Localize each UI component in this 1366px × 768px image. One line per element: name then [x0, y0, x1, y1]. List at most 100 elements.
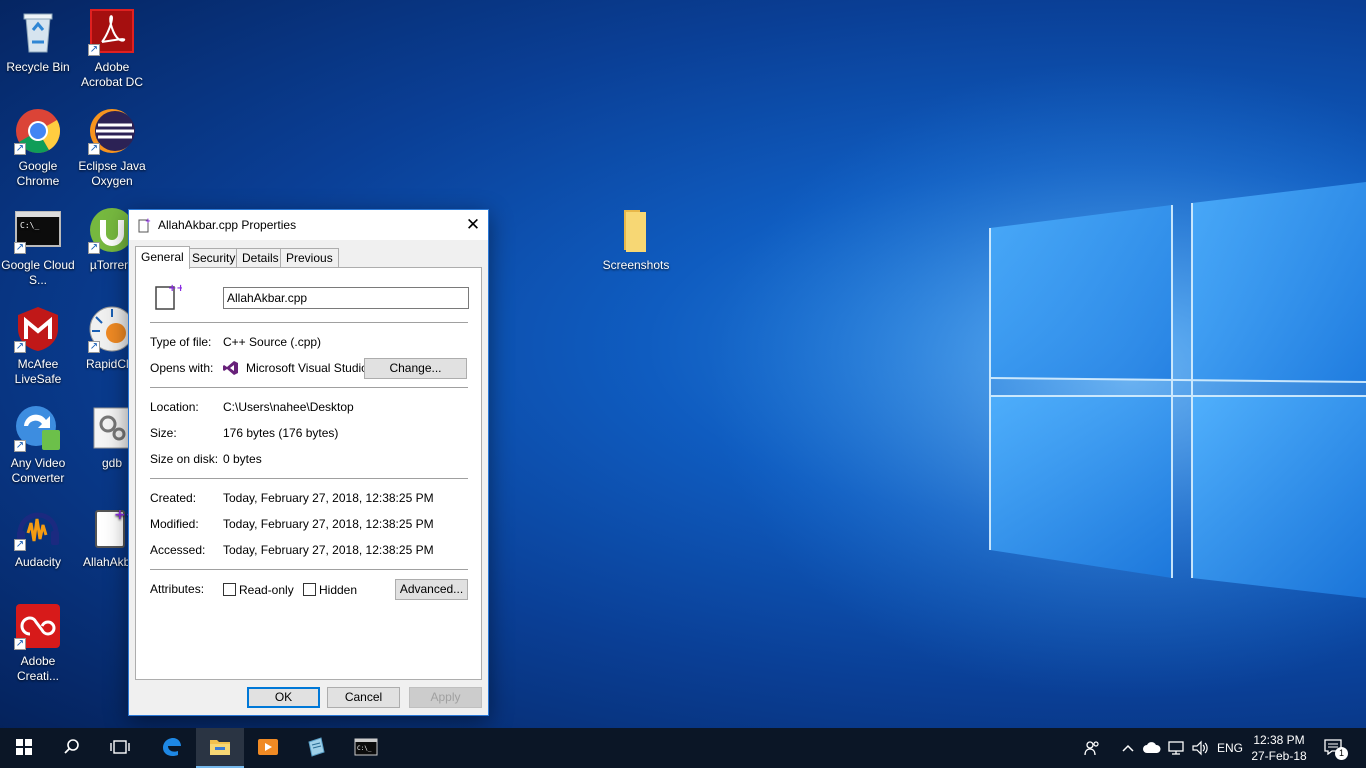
start-button[interactable] — [0, 728, 48, 768]
dialog-title: AllahAkbar.cpp Properties — [158, 218, 297, 232]
tab-previous-versions[interactable]: Previous Versions — [280, 248, 339, 283]
desktop-icon-label: Audacity — [14, 555, 62, 569]
taskbar-notepad-app[interactable] — [292, 728, 340, 768]
desktop-icon-any-video-converter[interactable]: ↗ Any Video Converter — [0, 404, 76, 496]
eclipse-icon: ↗ — [88, 107, 136, 155]
svg-text:+: + — [145, 217, 151, 225]
ok-button[interactable]: OK — [247, 687, 320, 708]
notification-count-badge: 1 — [1335, 747, 1348, 760]
taskbar: C:\_ ENG 12:38 PM 27-Feb-18 1 — [0, 728, 1366, 768]
recycle-bin-icon — [14, 8, 62, 56]
show-hidden-icons-chevron-up-icon[interactable] — [1118, 738, 1138, 758]
desktop-icon-mcafee[interactable]: ↗ McAfee LiveSafe — [0, 305, 76, 397]
shortcut-arrow-icon: ↗ — [14, 638, 26, 650]
cancel-button[interactable]: Cancel — [327, 687, 400, 708]
modified-value: Today, February 27, 2018, 12:38:25 PM — [223, 517, 434, 531]
tab-security[interactable]: Security — [186, 248, 242, 268]
video-converter-icon: ↗ — [14, 404, 62, 452]
advanced-button[interactable]: Advanced... — [395, 579, 468, 600]
desktop-icon-adobe-creative-cloud[interactable]: ↗ Adobe Creati... — [0, 602, 76, 694]
general-tab-panel: ++ AllahAkbar.cpp Type of file: C++ Sour… — [135, 267, 482, 680]
close-button[interactable]: ✕ — [458, 210, 488, 240]
file-type-icon: ++ — [154, 281, 185, 311]
filename-field[interactable]: AllahAkbar.cpp — [223, 287, 469, 309]
desktop-icon-label: Google Chrome — [16, 159, 60, 188]
language-indicator[interactable]: ENG — [1214, 738, 1246, 758]
apply-button[interactable]: Apply — [409, 687, 482, 708]
taskbar-edge[interactable] — [147, 728, 195, 768]
svg-text:++: ++ — [168, 283, 182, 294]
desktop-icon-adobe-acrobat[interactable]: ↗ Adobe Acrobat DC — [74, 8, 150, 100]
hidden-label[interactable]: Hidden — [319, 583, 357, 597]
readonly-label[interactable]: Read-only — [239, 583, 294, 597]
onedrive-cloud-icon[interactable] — [1142, 738, 1162, 758]
desktop-icon-audacity[interactable]: ↗ Audacity — [0, 503, 76, 595]
type-of-file-label: Type of file: — [150, 335, 212, 349]
separator — [150, 387, 468, 388]
terminal-icon: C:\_ ↗ — [14, 206, 62, 254]
task-view-button[interactable] — [96, 728, 144, 768]
attributes-label: Attributes: — [150, 582, 205, 596]
search-button[interactable] — [48, 728, 96, 768]
properties-dialog: + AllahAkbar.cpp Properties ✕ General Se… — [128, 209, 489, 716]
network-icon[interactable] — [1166, 738, 1186, 758]
readonly-checkbox[interactable] — [223, 583, 236, 596]
shortcut-arrow-icon: ↗ — [14, 539, 26, 551]
shortcut-arrow-icon: ↗ — [14, 440, 26, 452]
desktop-icon-eclipse[interactable]: ↗ Eclipse Java Oxygen — [74, 107, 150, 199]
tab-details[interactable]: Details — [236, 248, 285, 268]
separator — [150, 322, 468, 323]
size-label: Size: — [150, 426, 177, 440]
shortcut-arrow-icon: ↗ — [14, 242, 26, 254]
tab-general[interactable]: General — [135, 246, 190, 269]
task-view-icon — [109, 739, 131, 758]
shortcut-arrow-icon: ↗ — [88, 242, 100, 254]
adobe-acrobat-icon: ↗ — [88, 8, 136, 56]
desktop-icon-google-cloud-sdk[interactable]: C:\_ ↗ Google Cloud S... — [0, 206, 76, 298]
clock-time: 12:38 PM — [1253, 733, 1305, 747]
size-value: 176 bytes (176 bytes) — [223, 426, 339, 440]
desktop-icon-label: Eclipse Java Oxygen — [78, 159, 146, 188]
visual-studio-icon — [223, 360, 239, 376]
mcafee-icon: ↗ — [14, 305, 62, 353]
svg-text:C:\_: C:\_ — [20, 221, 39, 230]
clock[interactable]: 12:38 PM 27-Feb-18 — [1248, 732, 1310, 764]
desktop-icon-label: Any Video Converter — [10, 456, 66, 485]
folder-icon — [612, 206, 660, 254]
taskbar-command-prompt[interactable]: C:\_ — [342, 728, 390, 768]
created-label: Created: — [150, 491, 197, 505]
desktop-icon-label: Google Cloud S... — [1, 258, 75, 287]
cpp-file-icon: + — [138, 217, 152, 233]
shortcut-arrow-icon: ↗ — [14, 341, 26, 353]
shortcut-arrow-icon: ↗ — [14, 143, 26, 155]
location-label: Location: — [150, 400, 199, 414]
accessed-value: Today, February 27, 2018, 12:38:25 PM — [223, 543, 434, 557]
taskbar-file-explorer[interactable] — [196, 728, 244, 768]
dialog-titlebar[interactable]: + AllahAkbar.cpp Properties ✕ — [129, 210, 488, 240]
people-icon[interactable] — [1082, 738, 1102, 758]
desktop-icon-screenshots-folder[interactable]: Screenshots — [598, 206, 674, 298]
desktop-icon-google-chrome[interactable]: ↗ Google Chrome — [0, 107, 76, 199]
volume-icon[interactable] — [1190, 738, 1210, 758]
shortcut-arrow-icon: ↗ — [88, 44, 100, 56]
location-value: C:\Users\nahee\Desktop — [223, 400, 354, 414]
notification-icon: 1 — [1324, 739, 1348, 760]
file-explorer-icon — [209, 738, 231, 759]
action-center-button[interactable]: 1 — [1322, 738, 1348, 760]
opens-with-value: Microsoft Visual Studio . — [246, 361, 375, 375]
desktop-icon-recycle-bin[interactable]: Recycle Bin — [0, 8, 76, 100]
desktop-icon-label: Screenshots — [602, 258, 670, 272]
hidden-checkbox[interactable] — [303, 583, 316, 596]
separator — [150, 569, 468, 570]
change-button[interactable]: Change... — [364, 358, 467, 379]
taskbar-media-player[interactable] — [244, 728, 292, 768]
created-value: Today, February 27, 2018, 12:38:25 PM — [223, 491, 434, 505]
separator — [150, 478, 468, 479]
audacity-icon: ↗ — [14, 503, 62, 551]
creative-cloud-icon: ↗ — [14, 602, 62, 650]
search-icon — [63, 738, 81, 759]
edge-icon — [160, 736, 182, 761]
desktop-icon-label: Recycle Bin — [6, 60, 70, 74]
size-on-disk-value: 0 bytes — [223, 452, 262, 466]
notepad-icon — [305, 736, 327, 761]
